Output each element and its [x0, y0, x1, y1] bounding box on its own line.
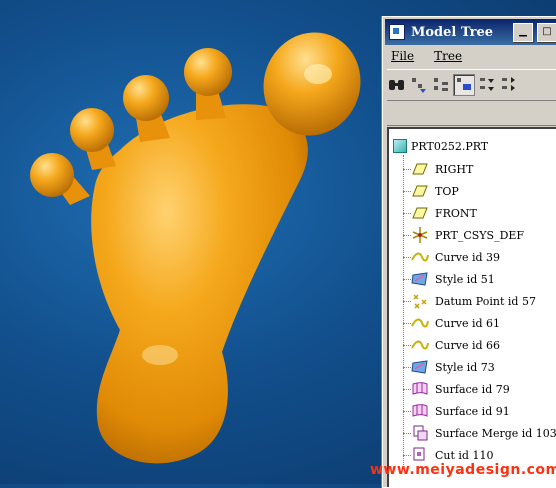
watermark: www.meiyadesign.com [370, 462, 556, 478]
curve-icon [411, 314, 429, 332]
tree-item-label: Style id 73 [435, 360, 495, 374]
model-tree-list[interactable]: PRT0252.PRT RIGHT TOP FRONT PRT_CSYS_DEF… [387, 127, 556, 487]
show-tree-icon[interactable] [453, 74, 475, 96]
surface-icon [411, 380, 429, 398]
datum-point-icon [411, 292, 429, 310]
tree-item-label: RIGHT [435, 162, 474, 176]
style-feature-icon [411, 270, 429, 288]
tree-item-surface-79[interactable]: Surface id 79 [403, 379, 510, 399]
model-tree-app-icon [389, 24, 405, 40]
tree-item-curve-66[interactable]: Curve id 66 [403, 335, 500, 355]
find-icon[interactable] [387, 75, 407, 95]
tree-item-style-51[interactable]: Style id 51 [403, 269, 495, 289]
tree-item-surface-91[interactable]: Surface id 91 [403, 401, 510, 421]
maximize-button[interactable]: □ [537, 22, 556, 42]
model-tree-titlebar[interactable]: Model Tree ▁ □ [385, 19, 556, 45]
curve-icon [411, 248, 429, 266]
tree-item-label: Curve id 61 [435, 316, 501, 330]
menubar: File Tree [387, 49, 478, 67]
coordinate-system-icon [411, 226, 429, 244]
tree-item-top[interactable]: TOP [403, 181, 459, 201]
tree-item-label: Surface Merge id 103 [435, 426, 556, 440]
datum-plane-icon [411, 160, 429, 178]
tree-item-label: PRT_CSYS_DEF [435, 228, 525, 242]
tree-item-label: Curve id 39 [435, 250, 501, 264]
tree-item-label: Surface id 79 [435, 382, 510, 396]
menu-tree[interactable]: Tree [430, 49, 466, 67]
tree-item-right[interactable]: RIGHT [403, 159, 473, 179]
tree-item-front[interactable]: FRONT [403, 203, 477, 223]
tree-item-datum-point-57[interactable]: Datum Point id 57 [403, 291, 536, 311]
tree-item-label: FRONT [435, 206, 477, 220]
part-icon [393, 139, 407, 153]
tree-item-label: Style id 51 [435, 272, 495, 286]
surface-merge-icon [411, 424, 429, 442]
tree-item-curve-61[interactable]: Curve id 61 [403, 313, 500, 333]
toe-4 [70, 108, 114, 152]
tree-item-label: Surface id 91 [435, 404, 510, 418]
tree-item-label: Datum Point id 57 [435, 294, 536, 308]
window-title: Model Tree [411, 24, 494, 40]
surface-icon [411, 402, 429, 420]
tree-item-prt-csys-def[interactable]: PRT_CSYS_DEF [403, 225, 524, 245]
toe-3 [123, 75, 169, 121]
highlight-big-toe [304, 64, 332, 84]
style-feature-icon [411, 358, 429, 376]
curve-icon [411, 336, 429, 354]
toolbar-spacer [387, 101, 556, 126]
menu-file[interactable]: File [387, 49, 418, 67]
minimize-button[interactable]: ▁ [513, 22, 533, 42]
tree-root[interactable]: PRT0252.PRT [393, 137, 488, 155]
foot-sole [91, 104, 308, 464]
tree-item-label: Cut id 110 [435, 448, 494, 462]
datum-plane-icon [411, 182, 429, 200]
model-tree-window[interactable]: Model Tree ▁ □ File Tree PRT0252.PRT RIG… [382, 16, 556, 488]
tree-item-curve-39[interactable]: Curve id 39 [403, 247, 500, 267]
toe-2 [184, 48, 232, 96]
toolbar [387, 69, 556, 101]
datum-plane-icon [411, 204, 429, 222]
tree-root-label: PRT0252.PRT [411, 139, 489, 153]
tree-item-style-73[interactable]: Style id 73 [403, 357, 495, 377]
highlight-heel [142, 345, 178, 365]
tree-item-surface-merge-103[interactable]: Surface Merge id 103 [403, 423, 556, 443]
tree-item-label: TOP [435, 184, 459, 198]
tree-columns-icon[interactable] [431, 75, 451, 95]
toe-5 [30, 153, 74, 197]
tree-item-label: Curve id 66 [435, 338, 501, 352]
expand-tree-icon[interactable] [477, 75, 497, 95]
tree-filter-icon[interactable] [409, 75, 429, 95]
collapse-tree-icon[interactable] [499, 75, 519, 95]
